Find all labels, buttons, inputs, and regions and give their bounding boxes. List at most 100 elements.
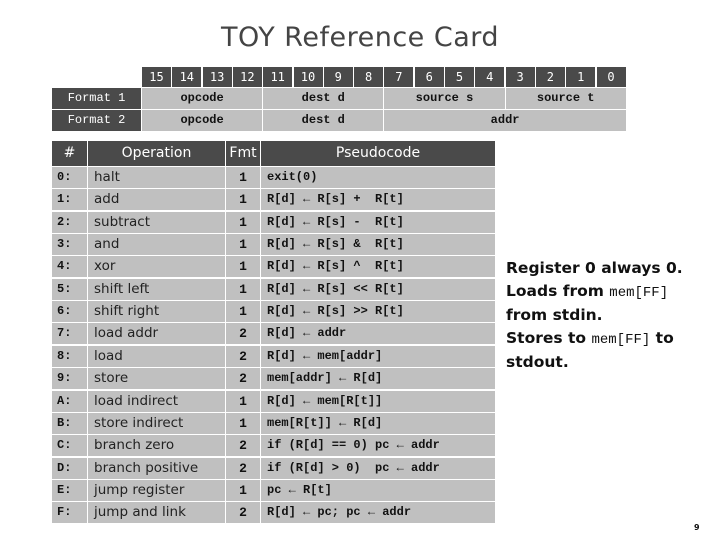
format-number: 1 <box>226 412 260 434</box>
pseudocode: R[d] ← R[s] << R[t] <box>261 278 495 300</box>
opcode-row: 7: load addr 2 R[d] ← addr <box>52 323 495 345</box>
operation-name: shift right <box>88 301 225 323</box>
format-number: 2 <box>226 345 260 367</box>
operation-name: store indirect <box>88 412 225 434</box>
note-stores-tail: to <box>650 328 674 347</box>
page-number: 9 <box>694 523 700 532</box>
opcode-number: 7: <box>52 323 87 345</box>
opcode-number: D: <box>52 457 87 479</box>
header-pseudocode: Pseudocode <box>261 141 495 166</box>
pseudocode: R[d] ← R[s] ^ R[t] <box>261 256 495 278</box>
opcode-number: 9: <box>52 368 87 390</box>
opcode-number: 4: <box>52 256 87 278</box>
format-number: 1 <box>226 211 260 233</box>
bit-index-cell: 2 <box>535 67 565 87</box>
pseudocode: mem[R[t]] ← R[d] <box>261 412 495 434</box>
opcode-number: F: <box>52 502 87 524</box>
note-loads: Loads from mem[FF] <box>506 280 716 305</box>
bit-index-cell: 0 <box>596 67 626 87</box>
pseudocode: R[d] ← R[s] - R[t] <box>261 211 495 233</box>
format-number: 1 <box>226 390 260 412</box>
note-stores-text: Stores to <box>506 328 592 347</box>
bit-index-cell: 14 <box>172 67 202 87</box>
note-loads-code: mem[FF] <box>609 284 669 301</box>
pseudocode: if (R[d] == 0) pc ← addr <box>261 435 495 457</box>
note-stores: Stores to mem[FF] to <box>506 327 716 352</box>
bit-index-cell: 4 <box>475 67 505 87</box>
pseudocode: exit(0) <box>261 167 495 188</box>
format-number: 2 <box>226 502 260 524</box>
format-number: 1 <box>226 256 260 278</box>
operation-name: halt <box>88 167 225 188</box>
opcode-number: A: <box>52 390 87 412</box>
opcode-row: 1: add 1 R[d] ← R[s] + R[t] <box>52 189 495 211</box>
opcode-row: 0: halt 1 exit(0) <box>52 167 495 188</box>
format-number: 2 <box>226 368 260 390</box>
format-field: addr <box>384 110 626 131</box>
pseudocode: R[d] ← mem[R[t]] <box>261 390 495 412</box>
format-number: 2 <box>226 323 260 345</box>
format-field: source s <box>384 88 505 109</box>
bit-index-cell: 3 <box>505 67 535 87</box>
pseudocode: R[d] ← R[s] >> R[t] <box>261 301 495 323</box>
opcode-row: 2: subtract 1 R[d] ← R[s] - R[t] <box>52 211 495 233</box>
header-fmt: Fmt <box>226 141 260 166</box>
operation-name: load addr <box>88 323 225 345</box>
format-row: Format 1 opcode dest d source s source t <box>52 88 627 109</box>
format-number: 2 <box>226 435 260 457</box>
operation-name: jump register <box>88 479 225 501</box>
operation-name: branch zero <box>88 435 225 457</box>
format-number: 1 <box>226 301 260 323</box>
format-field: opcode <box>142 110 263 131</box>
opcode-row: E: jump register 1 pc ← R[t] <box>52 479 495 501</box>
opcode-row: D: branch positive 2 if (R[d] > 0) pc ← add… <box>52 457 495 479</box>
page-title: TOY Reference Card <box>220 22 500 53</box>
opcode-row: 4: xor 1 R[d] ← R[s] ^ R[t] <box>52 256 495 278</box>
note-register-zero: Register 0 always 0. <box>506 259 683 277</box>
format-number: 1 <box>226 479 260 501</box>
operation-name: add <box>88 189 225 211</box>
opcode-number: E: <box>52 479 87 501</box>
pseudocode: R[d] ← addr <box>261 323 495 345</box>
bit-index-cell: 15 <box>142 67 171 87</box>
notes: Register 0 always 0. Loads from mem[FF] … <box>506 257 716 374</box>
opcode-row: 9: store 2 mem[addr] ← R[d] <box>52 368 495 390</box>
opcode-row: 3: and 1 R[d] ← R[s] & R[t] <box>52 234 495 256</box>
bit-index-cell: 6 <box>414 67 444 87</box>
opcode-number: B: <box>52 412 87 434</box>
opcode-number: 2: <box>52 211 87 233</box>
bit-index-cell: 10 <box>293 67 323 87</box>
opcode-number: 0: <box>52 167 87 188</box>
pseudocode: R[d] ← pc; pc ← addr <box>261 502 495 524</box>
note-stdout: stdout. <box>506 353 569 371</box>
format-label: Format 2 <box>52 110 141 131</box>
bit-index-cell: 13 <box>202 67 232 87</box>
opcode-row: 6: shift right 1 R[d] ← R[s] >> R[t] <box>52 301 495 323</box>
operation-name: store <box>88 368 225 390</box>
opcode-row: 8: load 2 R[d] ← mem[addr] <box>52 345 495 367</box>
bit-index-cell: 7 <box>384 67 414 87</box>
note-stores-code: mem[FF] <box>591 331 651 348</box>
opcode-number: C: <box>52 435 87 457</box>
pseudocode: pc ← R[t] <box>261 479 495 501</box>
format-field: dest d <box>263 110 384 131</box>
note-loads-text: Loads from <box>506 281 610 300</box>
opcode-table-header: # Operation Fmt Pseudocode <box>52 141 495 166</box>
format-number: 1 <box>226 167 260 188</box>
opcode-row: B: store indirect 1 mem[R[t]] ← R[d] <box>52 412 495 434</box>
bit-index-cell: 1 <box>566 67 596 87</box>
pseudocode: R[d] ← R[s] + R[t] <box>261 189 495 211</box>
operation-name: load indirect <box>88 390 225 412</box>
opcode-number: 8: <box>52 345 87 367</box>
opcode-row: F: jump and link 2 R[d] ← pc; pc ← addr <box>52 502 495 524</box>
opcode-number: 5: <box>52 278 87 300</box>
format-number: 1 <box>226 189 260 211</box>
format-label: Format 1 <box>52 88 141 109</box>
opcode-row: C: branch zero 2 if (R[d] == 0) pc ← addr <box>52 435 495 457</box>
header-num: # <box>52 141 87 166</box>
format-row: Format 2 opcode dest d addr <box>52 110 627 131</box>
bit-index-cell: 9 <box>323 67 353 87</box>
note-from-stdin: from stdin. <box>506 306 603 324</box>
pseudocode: R[d] ← mem[addr] <box>261 345 495 367</box>
operation-name: xor <box>88 256 225 278</box>
